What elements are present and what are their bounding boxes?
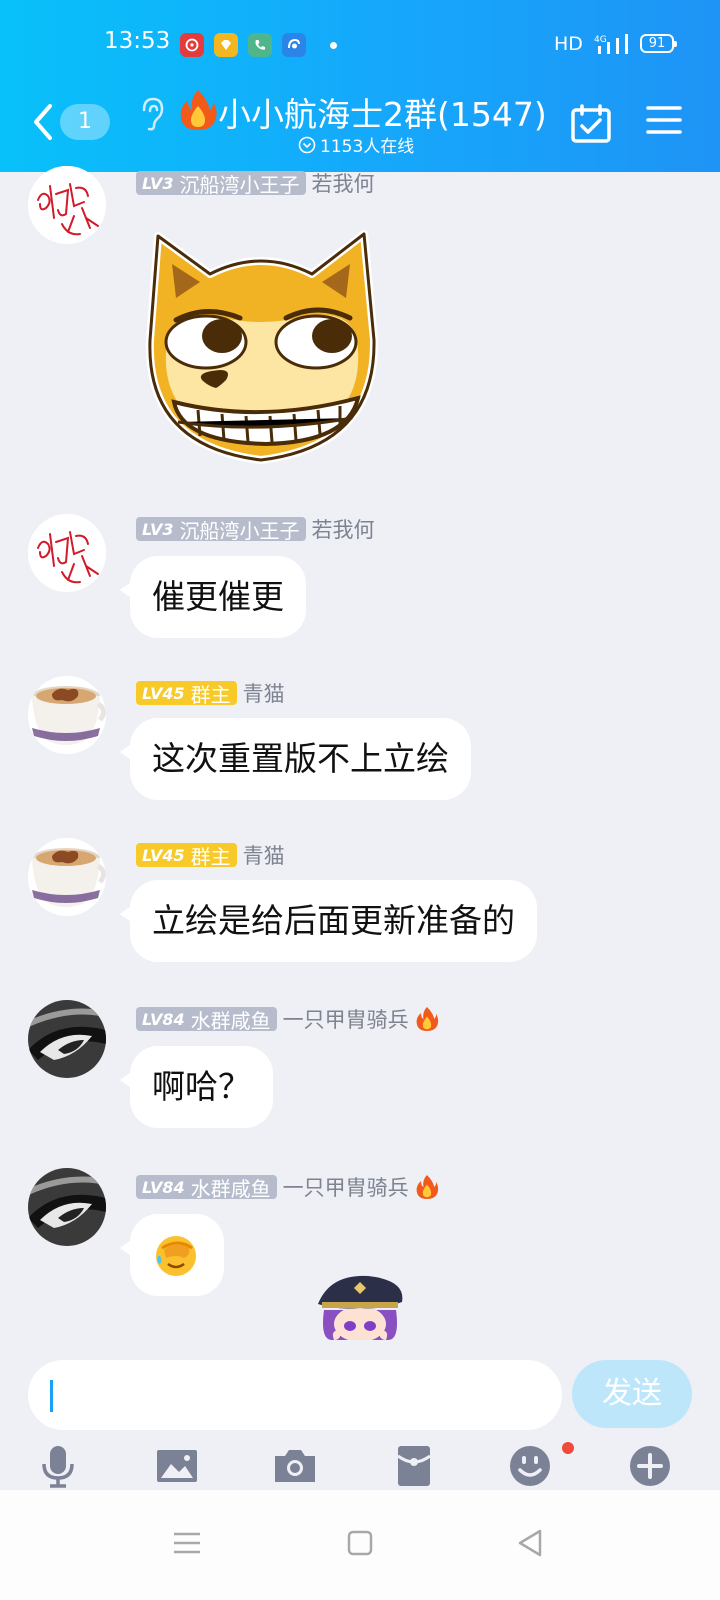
back-arrow-icon[interactable]	[28, 100, 58, 144]
message-bubble[interactable]: 啊哈？	[120, 1046, 273, 1128]
message-meta: LV3 沉船湾小王子 若我何	[136, 168, 375, 198]
online-count: 1153人在线	[320, 137, 415, 157]
microphone-icon[interactable]	[36, 1444, 80, 1488]
online-status[interactable]: 1153人在线	[298, 132, 414, 157]
member-title-badge: LV84 水群咸鱼	[136, 1175, 277, 1201]
menu-nav-icon[interactable]	[170, 1526, 204, 1560]
message-bubble[interactable]: 催更催更	[120, 556, 306, 638]
back-nav-icon[interactable]	[514, 1526, 548, 1560]
sender-nickname[interactable]: 一只甲胄骑兵	[283, 1004, 409, 1034]
unread-count-badge[interactable]: 1	[60, 104, 110, 140]
netease-music-icon	[180, 33, 204, 57]
avatar[interactable]	[28, 166, 106, 244]
avatar[interactable]	[28, 1168, 106, 1246]
message-bubble[interactable]: 这次重置版不上立绘	[120, 718, 471, 800]
chat-header: 13:53 HD 4G 91 1 小小航海士2群(1547) 1153人在线	[0, 0, 720, 172]
status-time: 13:53	[104, 28, 171, 54]
network-label: HD	[554, 33, 583, 55]
fire-icon	[416, 1007, 438, 1031]
member-title-badge: LV3 沉船湾小王子	[136, 171, 306, 197]
plus-icon[interactable]	[628, 1444, 672, 1488]
avatar[interactable]	[28, 676, 106, 754]
send-button[interactable]: 发送	[572, 1360, 692, 1428]
doge-grin-sticker[interactable]	[136, 212, 386, 472]
chat-input-bar: 发送	[0, 1340, 720, 1490]
status-bar: 13:53 HD 4G 91	[0, 22, 720, 66]
message-meta: LV45 群主 青猫	[136, 678, 285, 708]
home-nav-icon[interactable]	[343, 1526, 377, 1560]
avatar[interactable]	[28, 514, 106, 592]
message-bubble[interactable]	[120, 1214, 224, 1296]
image-icon[interactable]	[155, 1444, 199, 1488]
emoji-notification-dot	[562, 1442, 574, 1454]
calendar-check-icon[interactable]	[570, 104, 612, 144]
fire-icon	[180, 90, 217, 130]
message-meta: LV3 沉船湾小王子 若我何	[136, 514, 375, 544]
text-caret	[50, 1380, 53, 1412]
vip-diamond-icon	[214, 33, 238, 57]
system-nav-bar	[0, 1490, 720, 1600]
facepalm-emoji	[156, 1236, 196, 1276]
sender-nickname[interactable]: 若我何	[312, 514, 375, 544]
message-meta: LV45 群主 青猫	[136, 840, 285, 870]
sender-nickname[interactable]: 青猫	[243, 840, 285, 870]
emoji-icon[interactable]	[508, 1444, 552, 1488]
hamburger-menu-icon[interactable]	[646, 104, 682, 136]
member-title-badge: LV45 群主	[136, 681, 237, 707]
message-meta: LV84 水群咸鱼 一只甲胄骑兵	[136, 1172, 439, 1202]
battery-level: 91	[640, 34, 677, 53]
message-input[interactable]	[28, 1360, 562, 1430]
avatar[interactable]	[28, 838, 106, 916]
member-title-badge: LV45 群主	[136, 843, 237, 869]
camera-icon[interactable]	[273, 1444, 317, 1488]
cell-label: 4G	[594, 35, 607, 45]
chevron-down-circle-icon	[298, 136, 316, 153]
more-notifications-dot	[330, 42, 337, 49]
mascot-sticker	[318, 1275, 403, 1340]
avatar[interactable]	[28, 1000, 106, 1078]
red-packet-icon[interactable]	[392, 1444, 436, 1488]
browser-app-icon	[282, 33, 306, 57]
phone-app-icon	[248, 33, 272, 57]
group-name[interactable]: 小小航海士2群(1547)	[218, 88, 547, 136]
member-title-badge: LV84 水群咸鱼	[136, 1007, 277, 1033]
message-bubble[interactable]: 立绘是给后面更新准备的	[120, 880, 537, 962]
sender-nickname[interactable]: 一只甲胄骑兵	[283, 1172, 409, 1202]
ear-mode-icon[interactable]	[138, 96, 166, 132]
sender-nickname[interactable]: 若我何	[312, 168, 375, 198]
sender-nickname[interactable]: 青猫	[243, 678, 285, 708]
cellular-signal-icon: 4G	[594, 34, 628, 54]
message-meta: LV84 水群咸鱼 一只甲胄骑兵	[136, 1004, 439, 1034]
fire-icon	[416, 1175, 438, 1199]
member-title-badge: LV3 沉船湾小王子	[136, 517, 306, 543]
